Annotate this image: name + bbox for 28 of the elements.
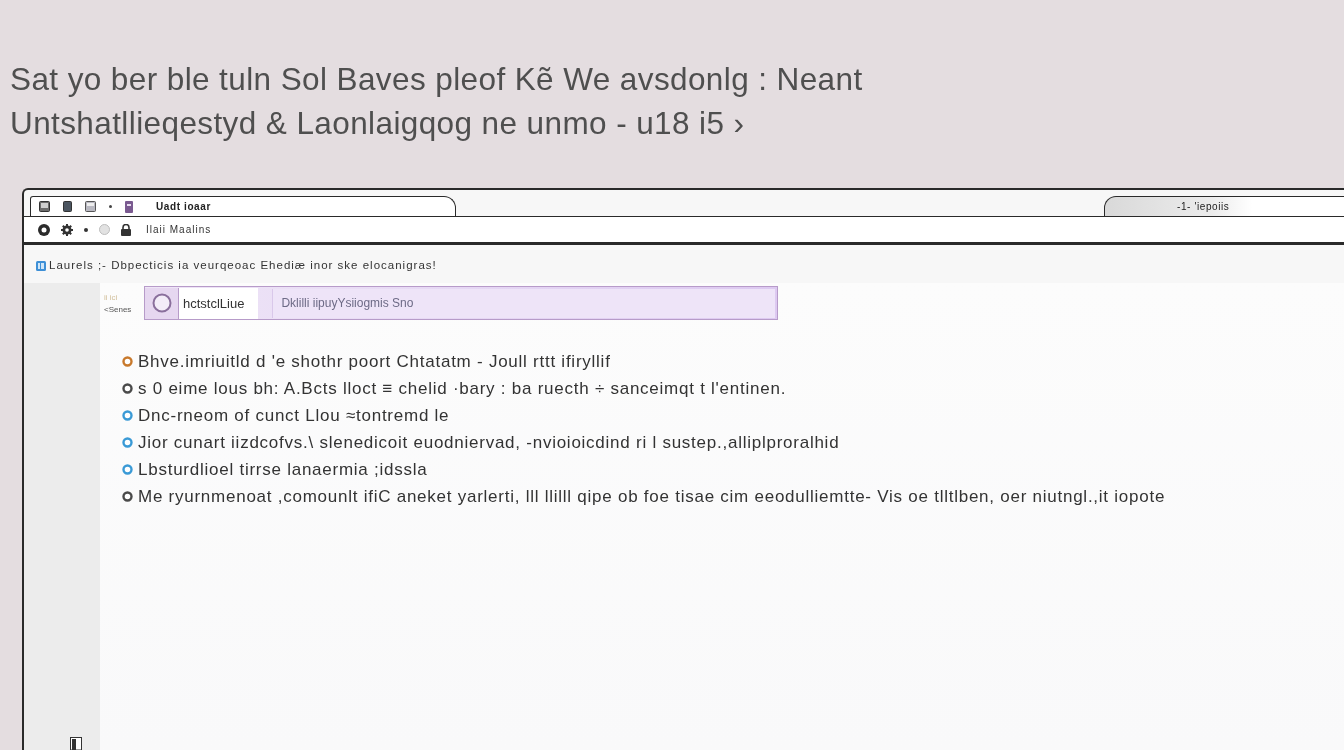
bookmark-text[interactable]: Laurels ;- Dbpecticis ia veurqeoac Ehediæ inor ske elocanigras!: [49, 257, 437, 275]
window-icon[interactable]: [39, 201, 50, 212]
gear-icon[interactable]: [61, 223, 73, 236]
panel-icon[interactable]: [70, 737, 82, 750]
search-field[interactable]: Dklilli iipuyYsiiogmis Sno: [272, 288, 775, 318]
search-label: <Senes: [104, 304, 133, 314]
ring-icon[interactable]: [38, 223, 50, 236]
list-item-text: s 0 eime lous bh: A.Bcts lloct ≡ chelid ·bary : ba ruecth ÷ sanceimqt t l'entinen.: [138, 378, 787, 400]
circle-icon[interactable]: [151, 293, 172, 314]
list-item-text: Bhve.imriuitld d 'e shothr poort Chtatatm - Joull rttt ifiryllif: [138, 351, 611, 373]
caption-text: ii ici: [104, 292, 119, 302]
list-item-text: Lbsturdlioel tirrse lanaermia ;idssla: [138, 459, 428, 481]
lock-icon[interactable]: [121, 223, 131, 236]
heading-text: Sat yo ber ble tuln Sol Baves pleof Kẽ We avsdonlg : Neant: [10, 60, 863, 99]
window-icon[interactable]: [85, 201, 96, 212]
document-icon[interactable]: [63, 201, 72, 212]
browser-tab[interactable]: -1- 'iepoiis: [1104, 196, 1344, 216]
browser-tab[interactable]: Uadt ioaar: [30, 196, 456, 216]
address-text[interactable]: Ilaii Maalins: [146, 222, 212, 237]
list-item-text: Dnc-rneom of cunct Llou ≈tontremd le: [138, 405, 450, 427]
scope-button[interactable]: hctstclLiue: [179, 287, 259, 319]
dot-icon: [84, 227, 88, 232]
list-item-text: Jior cunart iizdcofvs.\ slenedicoit euodniervad, -nvioioicdind ri l sustep.,alliplproralhid: [138, 432, 840, 454]
bookmark-icon[interactable]: [36, 260, 46, 271]
bookmark-icon[interactable]: [125, 200, 133, 213]
list-item-text: Me ryurnmenoat ,comounlt ifiC aneket yarlerti, lll llilll qipe ob foe tisae cim eeodulliemtte- Vis oe tlltlben, oer niutngl.,it iopote: [138, 486, 1166, 508]
dot-icon: [109, 205, 112, 208]
heading-text: Untshatllieqestyd & Laonlaigqog ne unmo - u18 i5 ›: [10, 104, 745, 143]
